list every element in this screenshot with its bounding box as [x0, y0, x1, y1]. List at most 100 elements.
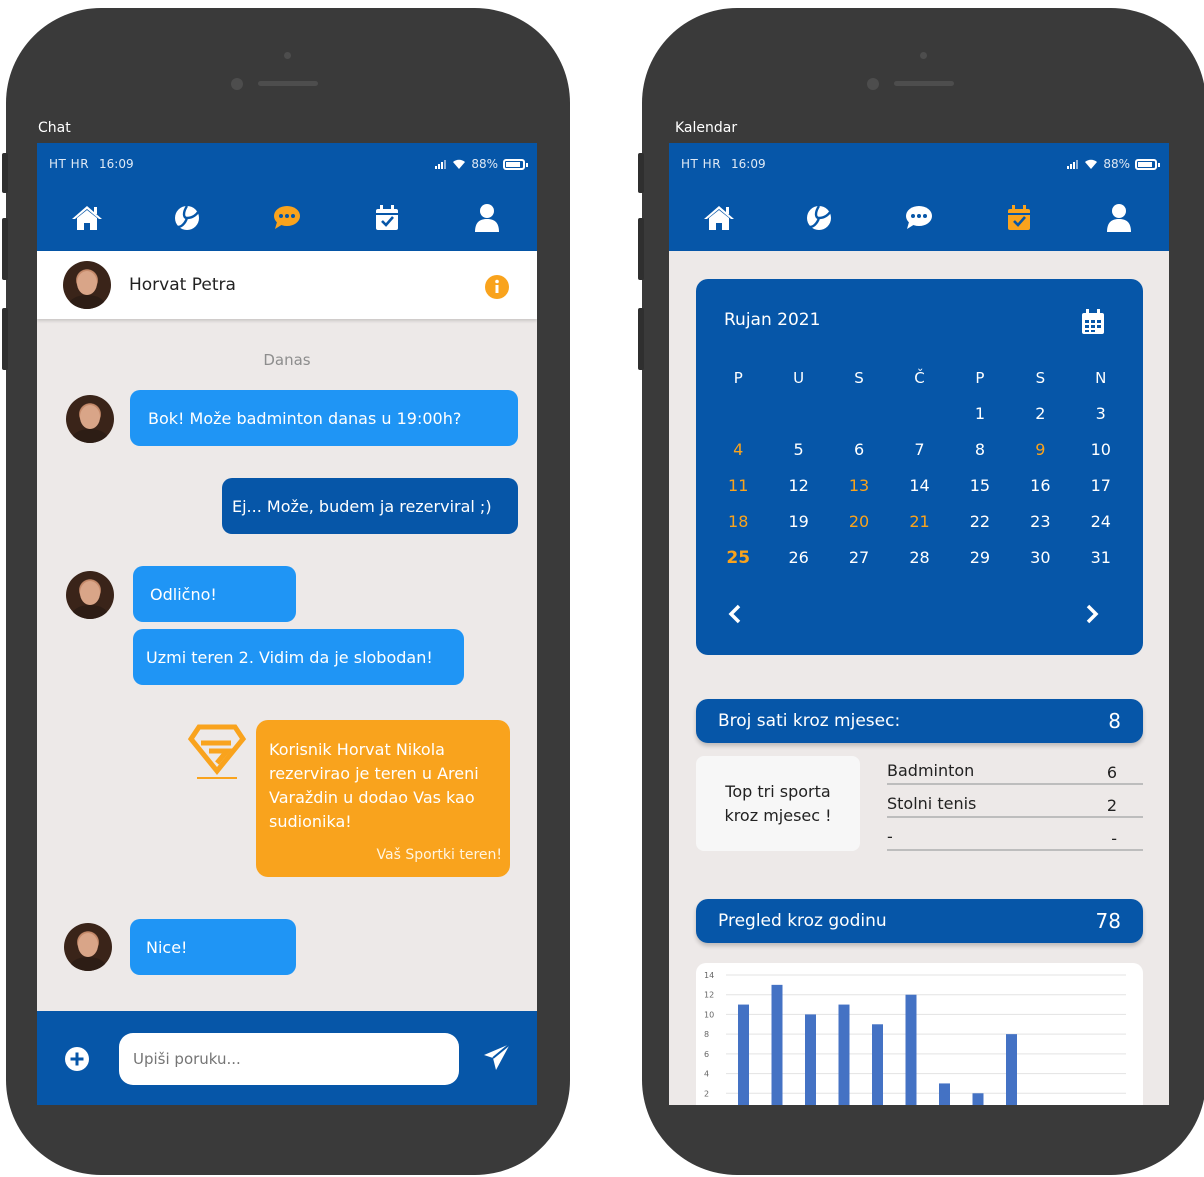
calendar-day[interactable]: 19 [768, 511, 828, 533]
chart-bar [805, 1014, 816, 1105]
sender-avatar [66, 571, 114, 619]
calendar-day[interactable]: 23 [1010, 511, 1070, 533]
calendar-day[interactable]: 3 [1071, 403, 1131, 425]
calendar-day[interactable]: 20 [829, 511, 889, 533]
info-icon[interactable] [485, 275, 509, 299]
sport-name: Stolni tenis [887, 794, 977, 813]
weekday-header: Č [914, 369, 925, 387]
calendar-blank-cell [768, 403, 828, 425]
system-notification-message[interactable]: Korisnik Horvat Nikola rezervirao je ter… [256, 720, 510, 877]
calendar-day[interactable]: 22 [950, 511, 1010, 533]
top-sport-row: - - [887, 827, 1143, 851]
monthly-hours-label: Broj sati kroz mjesec: [718, 711, 901, 731]
message-input[interactable] [119, 1033, 459, 1085]
yearly-bar-chart: 14 12 10 8 6 4 2 [696, 963, 1143, 1105]
chart-bar [738, 1004, 749, 1105]
next-month-chevron-icon[interactable] [1085, 604, 1099, 624]
battery-icon [1135, 158, 1160, 170]
calendar-day[interactable]: 31 [1071, 547, 1131, 569]
calendar-day[interactable]: 7 [889, 439, 949, 461]
nav-home-icon[interactable] [67, 198, 107, 238]
calendar-day[interactable]: 18 [708, 511, 768, 533]
calendar-day[interactable]: 16 [1010, 475, 1070, 497]
calendar-day[interactable]: 10 [1071, 439, 1131, 461]
calendar-day[interactable]: 12 [768, 475, 828, 497]
sender-avatar [66, 395, 114, 443]
chat-header: Horvat Petra [37, 251, 537, 319]
side-button [638, 218, 644, 280]
calendar-day[interactable]: 30 [1010, 547, 1070, 569]
nav-profile-icon[interactable] [1099, 198, 1139, 238]
year-overview-label: Pregled kroz godinu [718, 911, 887, 931]
calendar-day[interactable]: 11 [708, 475, 768, 497]
nav-profile-icon[interactable] [467, 198, 507, 238]
nav-volleyball-icon[interactable] [799, 198, 839, 238]
chart-bar [1006, 1034, 1017, 1105]
calendar-day[interactable]: 27 [829, 547, 889, 569]
send-icon[interactable] [483, 1043, 511, 1071]
calendar-day[interactable]: 21 [889, 511, 949, 533]
sportski-teren-logo [187, 721, 247, 781]
calendar-day[interactable]: 4 [708, 439, 768, 461]
add-attachment-icon[interactable] [65, 1047, 89, 1071]
nav-chat-icon[interactable] [267, 198, 307, 238]
chart-bar [838, 1004, 850, 1105]
y-tick-label: 14 [704, 971, 714, 980]
contact-name[interactable]: Horvat Petra [129, 275, 236, 295]
calendar-day[interactable]: 15 [950, 475, 1010, 497]
carrier-label: HT HR [681, 157, 722, 171]
calendar-day[interactable]: 6 [829, 439, 889, 461]
calendar-day[interactable]: 28 [889, 547, 949, 569]
wifi-icon [1084, 159, 1098, 170]
chart-bar [939, 1083, 950, 1105]
nav-calendar-icon[interactable] [367, 198, 407, 238]
calendar-month-title: Rujan 2021 [724, 310, 821, 330]
calendar-grid-icon[interactable] [1081, 309, 1105, 335]
calendar-blank-cell [889, 403, 949, 425]
weekday-header: S [1035, 369, 1046, 387]
calendar-day[interactable]: 25 [708, 547, 768, 569]
message-text: Odlično! [150, 584, 217, 604]
weekday-header: P [975, 369, 985, 387]
contact-avatar[interactable] [63, 261, 111, 309]
calendar-screen: HT HR 16:09 88% Rujan 2021 PUSČPSN123456… [669, 143, 1169, 1105]
calendar-day[interactable]: 26 [768, 547, 828, 569]
chat-screen: HT HR 16:09 88% Horvat Petra Danas Bok! … [37, 143, 537, 1105]
message-bubble-outgoing[interactable]: Ej... Može, budem ja rezerviral ;) [222, 478, 518, 534]
nav-volleyball-icon[interactable] [167, 198, 207, 238]
calendar-day[interactable]: 9 [1010, 439, 1070, 461]
message-bubble-incoming[interactable]: Uzmi teren 2. Vidim da je slobodan! [133, 629, 464, 685]
side-button [638, 308, 644, 370]
message-bubble-incoming[interactable]: Nice! [130, 919, 296, 975]
previous-month-chevron-icon[interactable] [728, 604, 742, 624]
nav-home-icon[interactable] [699, 198, 739, 238]
calendar-day[interactable]: 14 [889, 475, 949, 497]
monthly-hours-value: 8 [1108, 709, 1121, 733]
calendar-day[interactable]: 29 [950, 547, 1010, 569]
message-text: Uzmi teren 2. Vidim da je slobodan! [146, 647, 433, 667]
nav-chat-icon[interactable] [899, 198, 939, 238]
chart-bar [972, 1093, 984, 1105]
message-bubble-incoming[interactable]: Bok! Može badminton danas u 19:00h? [130, 390, 518, 446]
weekday-header: S [854, 369, 864, 387]
side-button [2, 153, 8, 193]
date-divider: Danas [263, 351, 311, 369]
calendar-day[interactable]: 1 [950, 403, 1010, 425]
sport-count: - [1111, 829, 1117, 848]
message-bubble-incoming[interactable]: Odlično! [133, 566, 296, 622]
earpiece-speaker [258, 81, 318, 86]
calendar-day[interactable]: 2 [1010, 403, 1070, 425]
calendar-day[interactable]: 5 [768, 439, 828, 461]
sensor-dot [284, 52, 291, 59]
front-camera [231, 78, 243, 90]
top-sports-label-box: Top tri sporta kroz mjesec ! [696, 756, 860, 851]
y-tick-label: 12 [704, 991, 714, 1000]
calendar-day[interactable]: 8 [950, 439, 1010, 461]
calendar-day[interactable]: 24 [1071, 511, 1131, 533]
message-input-bar [37, 1011, 537, 1105]
calendar-day[interactable]: 13 [829, 475, 889, 497]
top-sports-label: Top tri sporta kroz mjesec ! [724, 781, 832, 825]
calendar-day[interactable]: 17 [1071, 475, 1131, 497]
sensor-dot [920, 52, 927, 59]
nav-calendar-icon[interactable] [999, 198, 1039, 238]
